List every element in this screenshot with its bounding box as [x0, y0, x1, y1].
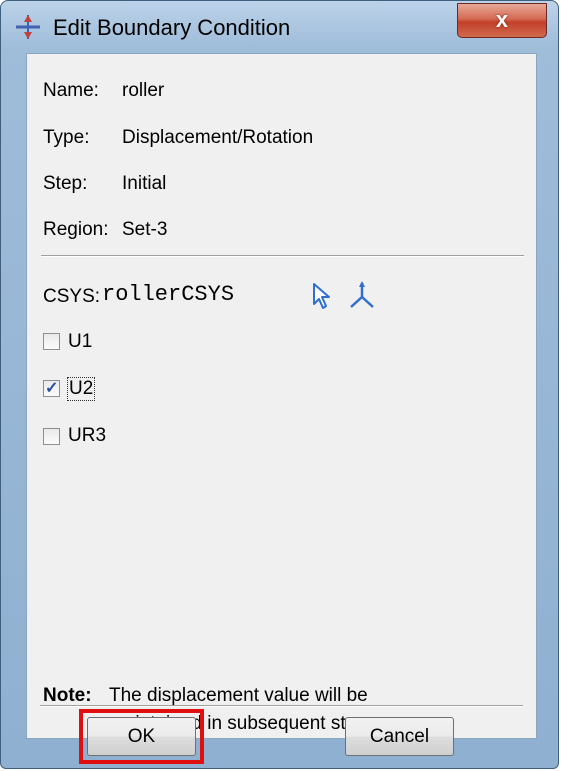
separator-bottom	[40, 705, 523, 707]
step-value: Initial	[122, 173, 167, 194]
u1-label: U1	[68, 331, 93, 352]
boundary-condition-icon	[16, 15, 40, 39]
dialog-body: Name: roller Type: Displacement/Rotation…	[26, 53, 537, 739]
u2-label: U2	[66, 377, 96, 401]
coordinate-system-icon[interactable]	[347, 280, 377, 310]
dialog-window: Edit Boundary Condition x Name: roller T…	[0, 0, 559, 769]
select-arrow-icon[interactable]	[310, 282, 334, 310]
note-line-1: The displacement value will be	[109, 685, 368, 706]
window-title: Edit Boundary Condition	[53, 15, 291, 40]
checkbox-ur3[interactable]	[43, 428, 60, 445]
csys-value: rollerCSYS	[102, 282, 235, 307]
checkbox-u2[interactable]: ✓	[43, 380, 60, 397]
csys-label: CSYS:	[43, 286, 101, 307]
type-label: Type:	[43, 127, 90, 148]
separator-top	[41, 255, 524, 257]
ur3-label: UR3	[68, 425, 107, 446]
type-value: Displacement/Rotation	[122, 127, 314, 148]
name-value: roller	[122, 80, 165, 101]
checkbox-u1[interactable]	[43, 333, 60, 350]
name-label: Name:	[43, 80, 99, 101]
note-label: Note:	[43, 685, 92, 706]
region-value: Set-3	[122, 219, 168, 240]
title-bar[interactable]: Edit Boundary Condition x	[1, 1, 558, 53]
checkmark-icon: ✓	[45, 380, 59, 397]
close-button[interactable]: x	[457, 3, 547, 38]
cancel-button[interactable]: Cancel	[345, 717, 454, 756]
close-icon: x	[495, 7, 509, 32]
step-label: Step:	[43, 173, 88, 194]
region-label: Region:	[43, 219, 109, 240]
ok-highlight-box	[79, 709, 204, 764]
